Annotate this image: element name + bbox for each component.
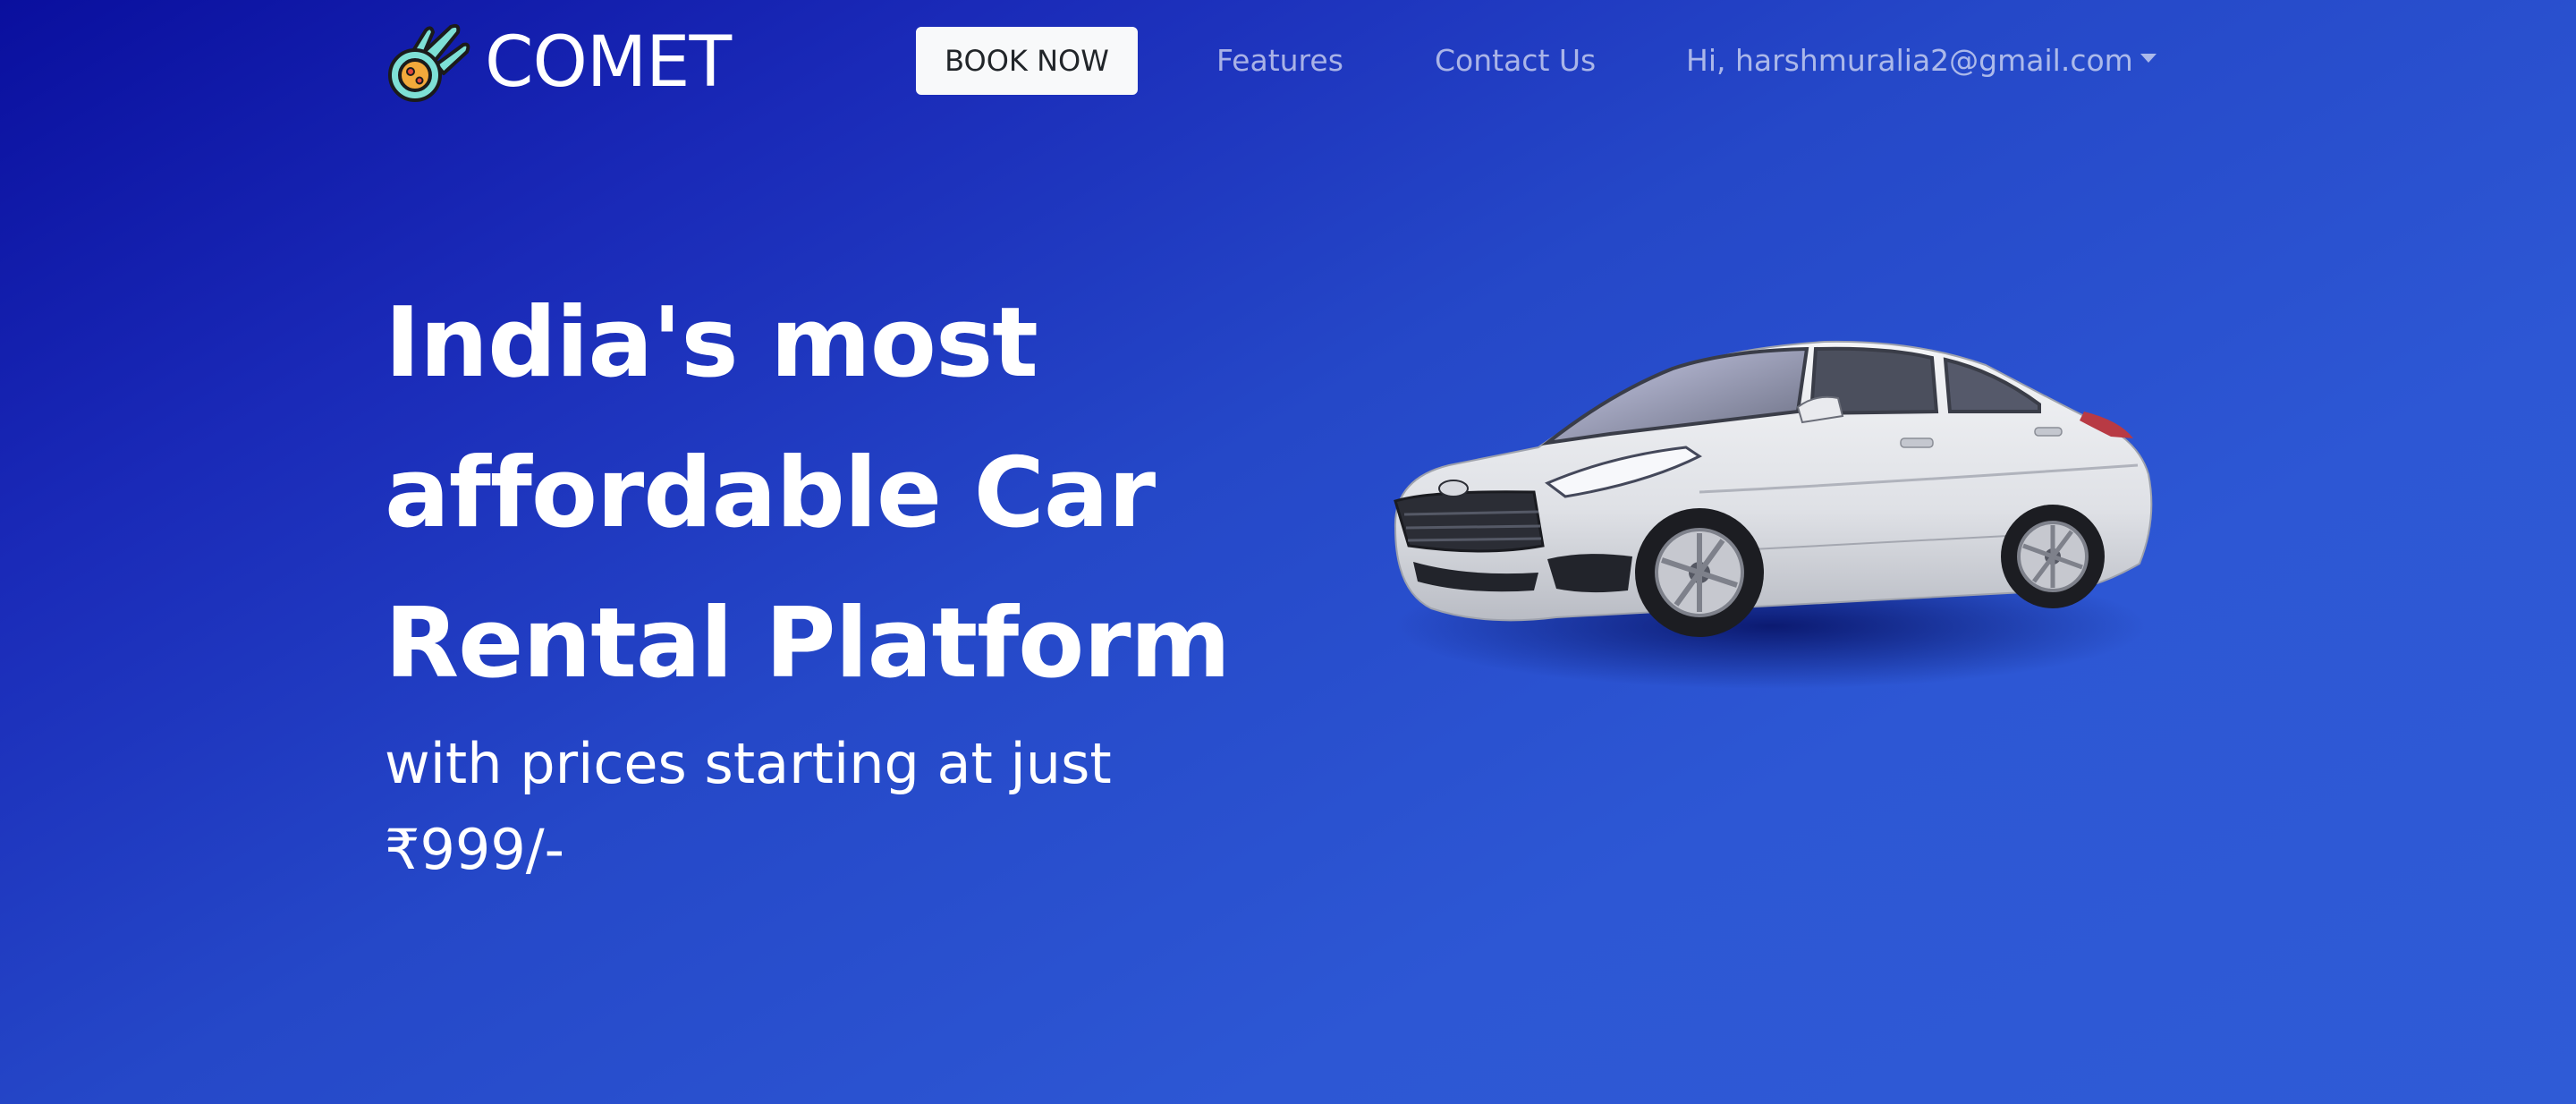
brand-link[interactable]: COMET: [385, 18, 732, 107]
comet-icon: [388, 23, 470, 102]
nav-link-contact-us[interactable]: Contact Us: [1435, 38, 1596, 84]
nav-link-features[interactable]: Features: [1216, 38, 1343, 84]
hero-subtitle: with prices starting at just ₹999/-: [385, 731, 1112, 882]
car-image: [1394, 340, 2153, 689]
caret-down-icon: [2140, 54, 2157, 63]
user-menu-label: Hi, harshmuralia2@gmail.com: [1686, 43, 2133, 78]
brand-name: COMET: [485, 22, 732, 103]
book-now-button[interactable]: BOOK NOW: [916, 27, 1138, 95]
hero-title: India's most affordable Car Rental Platf…: [385, 287, 1231, 700]
navbar: COMET BOOK NOW Features Contact Us Hi, h…: [0, 0, 2576, 125]
user-menu-dropdown[interactable]: Hi, harshmuralia2@gmail.com: [1686, 38, 2157, 84]
